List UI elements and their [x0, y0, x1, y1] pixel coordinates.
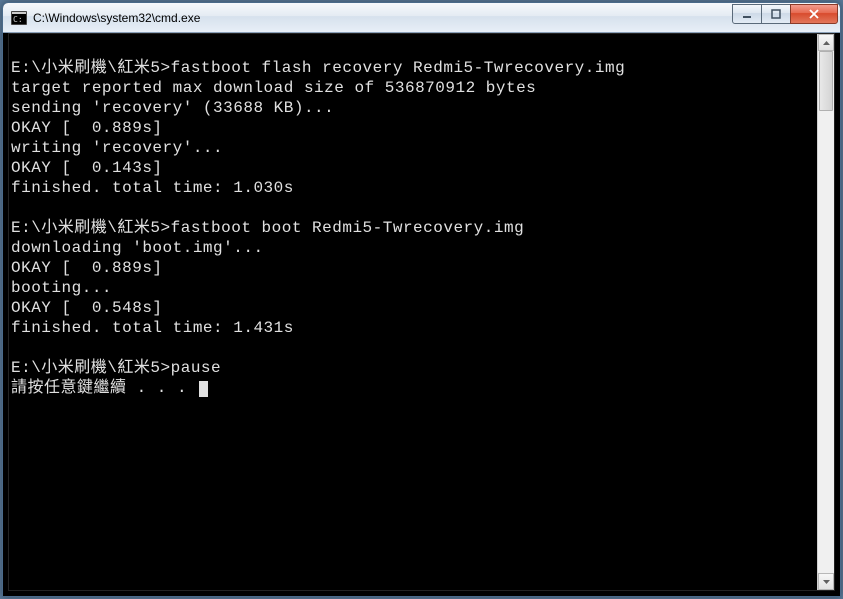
scroll-up-button[interactable] [818, 34, 834, 51]
window-controls [733, 4, 838, 26]
scroll-track[interactable] [818, 51, 834, 573]
minimize-button[interactable] [732, 4, 762, 24]
cmd-icon: C: [11, 10, 27, 26]
cursor [199, 381, 208, 397]
titlebar[interactable]: C: C:\Windows\system32\cmd.exe [3, 3, 840, 33]
scroll-down-button[interactable] [818, 573, 834, 590]
maximize-button[interactable] [761, 4, 791, 24]
client-area: E:\小米刷機\紅米5>fastboot flash recovery Redm… [8, 33, 835, 591]
scroll-thumb[interactable] [819, 51, 833, 111]
window-title: C:\Windows\system32\cmd.exe [33, 11, 733, 25]
svg-text:C:: C: [13, 15, 23, 24]
vertical-scrollbar[interactable] [817, 34, 834, 590]
terminal-output[interactable]: E:\小米刷機\紅米5>fastboot flash recovery Redm… [9, 34, 817, 590]
close-button[interactable] [790, 4, 838, 24]
cmd-window: C: C:\Windows\system32\cmd.exe E:\小米刷機\紅… [2, 2, 841, 597]
